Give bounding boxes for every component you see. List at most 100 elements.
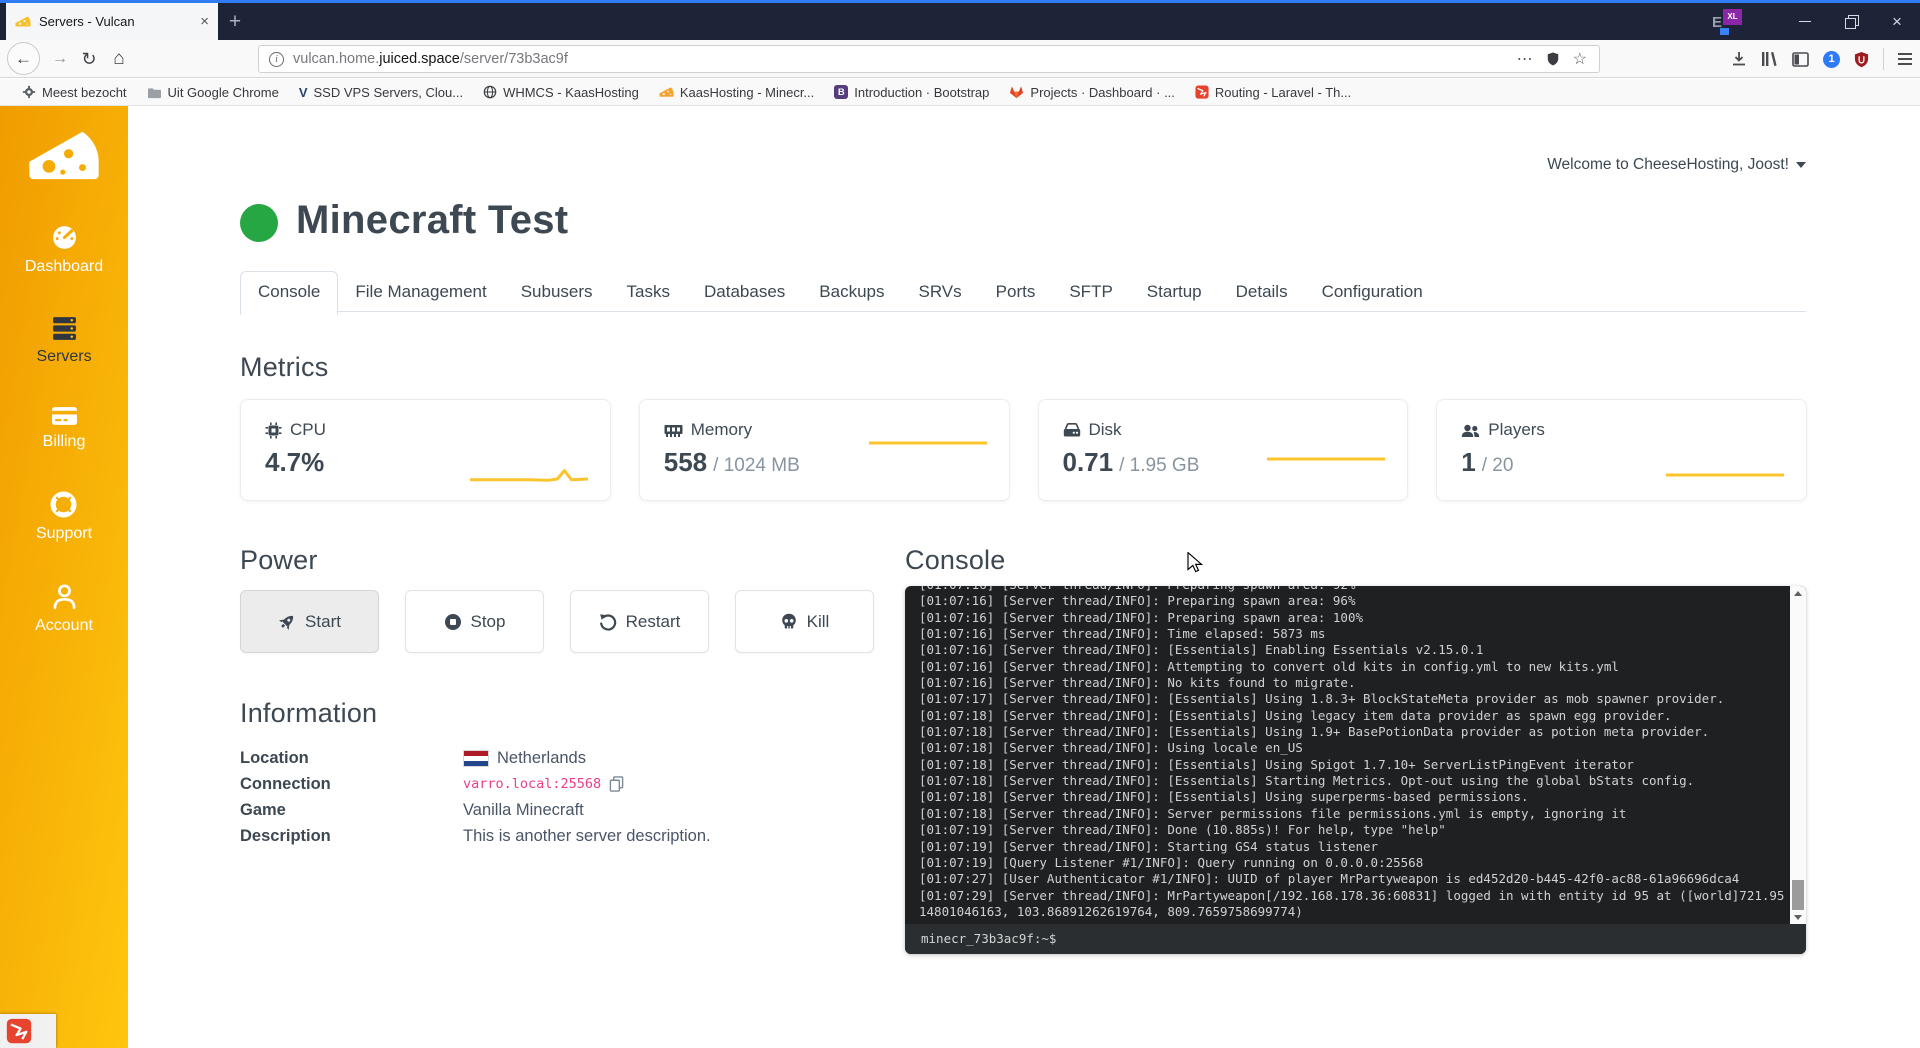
onepassword-icon[interactable]: 1 — [1823, 51, 1840, 68]
bookmark-gitlab-projects[interactable]: Projects · Dashboard · ... — [1001, 82, 1183, 103]
support-icon — [50, 491, 77, 518]
metric-cards: CPU 4.7% Memory 558/ 1024 MB Disk 0.71/ … — [240, 399, 1807, 501]
sidebar-item-dashboard[interactable]: Dashboard — [25, 224, 103, 276]
stop-button[interactable]: Stop — [405, 590, 544, 653]
restore-button[interactable] — [1828, 3, 1874, 40]
sidebar-item-account[interactable]: Account — [35, 583, 93, 635]
tab-file-management[interactable]: File Management — [338, 272, 503, 311]
tab-close-icon[interactable]: × — [200, 13, 209, 30]
copy-icon[interactable] — [609, 776, 624, 792]
bookmark-whmcs-kaashosting[interactable]: WHMCS - KaasHosting — [475, 82, 647, 103]
back-button[interactable]: ← — [7, 42, 40, 75]
tab-configuration[interactable]: Configuration — [1305, 272, 1440, 311]
window-controls: × — [1782, 3, 1920, 40]
bookmark-kaashosting-minecraft[interactable]: KaasHosting - Minecr... — [651, 82, 822, 103]
console-command-input[interactable]: minecr_73b3ac9f:~$ — [905, 924, 1806, 954]
memory-icon — [664, 423, 683, 438]
reload-button[interactable]: ↻ — [76, 40, 102, 78]
restart-button[interactable]: Restart — [570, 590, 709, 653]
bookmark-star-icon[interactable]: ☆ — [1573, 49, 1587, 69]
home-button[interactable]: ⌂ — [106, 40, 132, 78]
bookmark-uit-google-chrome[interactable]: Uit Google Chrome — [139, 82, 287, 103]
memory-total: / 1024 MB — [713, 455, 800, 477]
sidebar-toggle-icon[interactable] — [1792, 52, 1809, 67]
downloads-icon[interactable] — [1731, 51, 1747, 67]
bookmark-ssd-vps-servers[interactable]: V SSD VPS Servers, Clou... — [291, 82, 471, 103]
url-domain: juiced.space — [379, 51, 460, 67]
players-total: / 20 — [1482, 455, 1514, 477]
disk-icon — [1063, 423, 1081, 438]
ublock-icon[interactable] — [1854, 51, 1869, 68]
tracking-protection-shield-icon[interactable] — [1546, 51, 1560, 67]
close-button[interactable]: × — [1874, 3, 1920, 40]
billing-icon — [51, 406, 78, 426]
console-scrollbar[interactable] — [1790, 586, 1806, 924]
welcome-dropdown[interactable]: Welcome to CheeseHosting, Joost! — [1547, 156, 1806, 174]
sidebar-item-support[interactable]: Support — [36, 491, 92, 543]
welcome-text: Welcome to CheeseHosting, Joost! — [1547, 156, 1789, 174]
connection-value: varro.local:25568 — [463, 776, 601, 792]
mouse-cursor — [1185, 552, 1205, 573]
game-value: Vanilla Minecraft — [463, 801, 584, 820]
info-row-connection: Connection varro.local:25568 — [240, 771, 711, 797]
location-value: Netherlands — [497, 749, 586, 768]
console-log-lines: [01:07:16] [Server thread/INFO]: Prepari… — [919, 586, 1790, 920]
metric-card-players: Players 1/ 20 — [1436, 399, 1807, 501]
scrollbar-down-icon[interactable] — [1790, 910, 1806, 924]
site-info-icon[interactable]: i — [269, 52, 284, 67]
url-path: /server/73b3ac9f — [460, 51, 568, 67]
disk-sparkline — [1267, 448, 1385, 470]
page-actions-icon[interactable]: ⋯ — [1517, 49, 1533, 69]
library-icon[interactable] — [1761, 51, 1778, 67]
chevron-down-icon — [1796, 162, 1806, 168]
kill-button[interactable]: Kill — [735, 590, 874, 653]
vultr-icon: V — [299, 85, 308, 100]
browser-tab[interactable]: Servers - Vulcan × — [6, 3, 218, 40]
metric-card-memory: Memory 558/ 1024 MB — [639, 399, 1010, 501]
tab-sftp[interactable]: SFTP — [1052, 272, 1129, 311]
tab-console[interactable]: Console — [240, 271, 338, 315]
tab-ports[interactable]: Ports — [979, 272, 1053, 311]
scrollbar-thumb[interactable] — [1792, 880, 1804, 910]
cheese-icon — [659, 86, 674, 98]
start-button[interactable]: Start — [240, 590, 379, 653]
tab-startup[interactable]: Startup — [1130, 272, 1219, 311]
description-value: This is another server description. — [463, 827, 711, 846]
url-prefix: vulcan.home. — [293, 51, 379, 67]
information-heading: Information — [240, 698, 377, 729]
tab-details[interactable]: Details — [1219, 272, 1305, 311]
disk-value: 0.71 — [1063, 447, 1114, 478]
browser-titlebar: Servers - Vulcan × + E XL × — [0, 3, 1920, 40]
screen: Servers - Vulcan × + E XL × ← → ↻ ⌂ i vu… — [0, 0, 1920, 1048]
bookmark-laravel-routing[interactable]: Routing - Laravel - Th... — [1187, 82, 1359, 103]
account-icon — [52, 583, 77, 610]
bookmark-bootstrap[interactable]: B Introduction · Bootstrap — [826, 82, 997, 103]
tab-databases[interactable]: Databases — [687, 272, 802, 311]
sidebar-item-servers[interactable]: Servers — [36, 316, 91, 366]
bootstrap-icon: B — [834, 85, 848, 99]
menu-icon[interactable] — [1898, 53, 1912, 64]
tab-tasks[interactable]: Tasks — [610, 272, 687, 311]
new-tab-button[interactable]: + — [218, 3, 252, 40]
sidebar-item-billing[interactable]: Billing — [43, 406, 86, 451]
metrics-heading: Metrics — [240, 352, 328, 383]
laravel-icon — [1195, 85, 1209, 99]
scrollbar-up-icon[interactable] — [1790, 586, 1806, 600]
console-log[interactable]: [01:07:16] [Server thread/INFO]: Prepari… — [905, 586, 1790, 924]
dashboard-icon — [51, 224, 78, 251]
memory-value: 558 — [664, 447, 707, 478]
forward-button[interactable]: → — [47, 40, 73, 78]
browser-tab-title: Servers - Vulcan — [39, 14, 192, 29]
minimize-button[interactable] — [1782, 3, 1828, 40]
tab-srvs[interactable]: SRVs — [902, 272, 979, 311]
tab-backups[interactable]: Backups — [802, 272, 901, 311]
bookmark-meest-bezocht[interactable]: Meest bezocht — [14, 82, 135, 103]
power-buttons: Start Stop Restart Kill — [240, 590, 874, 653]
toolbar-right: 1 — [1731, 40, 1912, 78]
browser-navbar: ← → ↻ ⌂ i vulcan.home.juiced.space/serve… — [0, 40, 1920, 78]
rocket-icon — [278, 613, 296, 631]
url-bar[interactable]: i vulcan.home.juiced.space/server/73b3ac… — [258, 45, 1600, 73]
metric-card-cpu: CPU 4.7% — [240, 399, 611, 501]
tab-subusers[interactable]: Subusers — [504, 272, 610, 311]
browser-extension-icon[interactable]: E XL — [1712, 9, 1742, 35]
